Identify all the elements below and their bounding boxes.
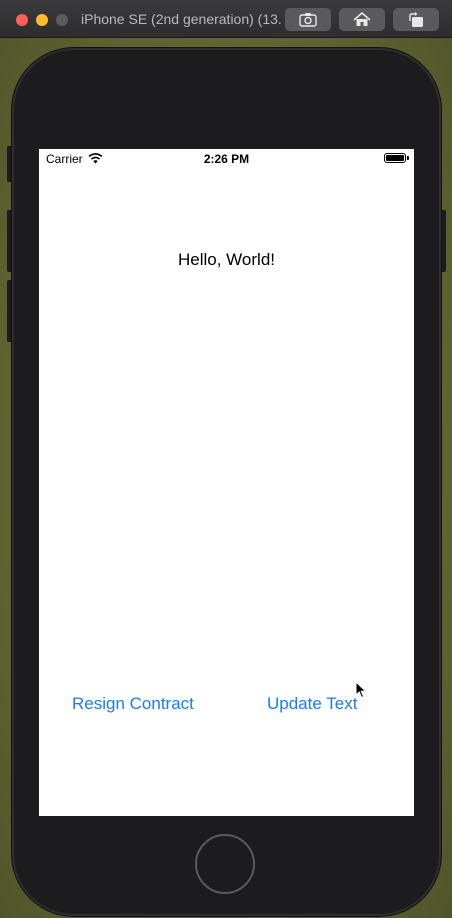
- resign-contract-button[interactable]: Resign Contract: [72, 694, 194, 714]
- power-button: [441, 210, 446, 272]
- rotate-icon: [409, 11, 423, 27]
- status-time: 2:26 PM: [203, 152, 250, 166]
- window-zoom-button[interactable]: [56, 14, 68, 26]
- device-screen: Carrier 2:26 PM Hello, World! Resign Con…: [39, 149, 414, 816]
- window-minimize-button[interactable]: [36, 14, 48, 26]
- battery-cap: [407, 156, 409, 160]
- home-icon: [353, 12, 371, 26]
- rotate-button[interactable]: [393, 8, 439, 31]
- window-title: iPhone SE (2nd generation) (13...: [81, 11, 281, 27]
- battery-icon: [384, 153, 406, 163]
- battery-level-fill: [386, 155, 404, 161]
- hello-label: Hello, World!: [178, 250, 275, 269]
- home-toolbar-button[interactable]: [339, 8, 385, 31]
- simulator-title-bar: iPhone SE (2nd generation) (13...: [0, 0, 452, 38]
- mouse-pointer-icon: [355, 681, 367, 699]
- screenshot-button[interactable]: [285, 8, 331, 31]
- home-button[interactable]: [195, 834, 255, 894]
- camera-icon: [299, 13, 317, 27]
- status-bar: Carrier 2:26 PM: [39, 149, 414, 169]
- update-text-button[interactable]: Update Text: [267, 694, 357, 714]
- window-close-button[interactable]: [16, 14, 28, 26]
